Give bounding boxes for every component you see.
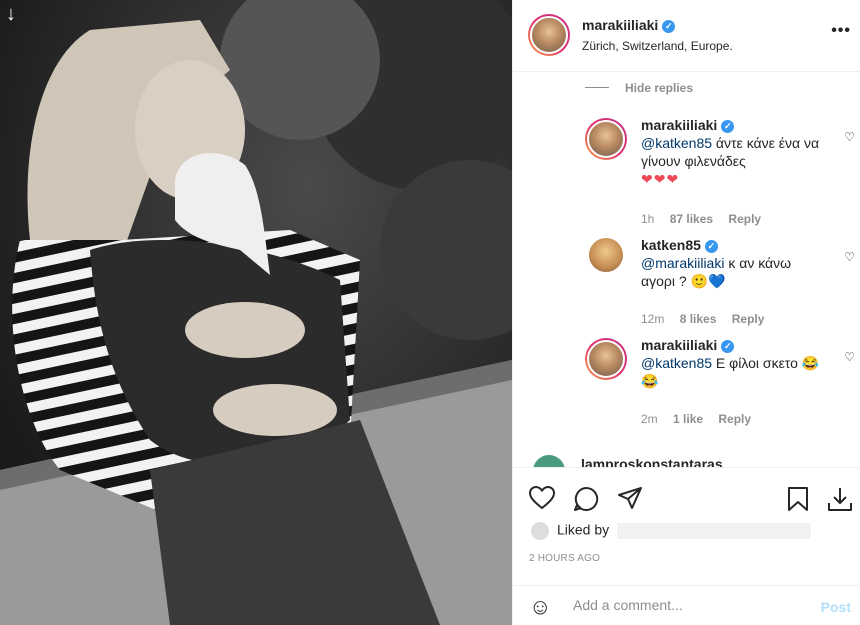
post-location[interactable]: Zürich, Switzerland, Europe.	[582, 39, 733, 53]
author-username[interactable]: marakiiliaki	[582, 17, 658, 33]
download-arrow-icon[interactable]: ↓	[6, 4, 16, 24]
redacted-likers	[617, 523, 812, 539]
reply-item: marakiiliaki ✓ @katken85 Ε φίλοι σκετο 😂😂…	[585, 336, 855, 426]
reply-text: marakiiliaki ✓ @katken85 άντε κάνε ένα να…	[641, 116, 821, 188]
reply-meta: 12m 8 likes Reply	[641, 312, 776, 326]
author-avatar[interactable]	[528, 14, 570, 56]
reply-mention[interactable]: @katken85	[641, 135, 712, 151]
replies-divider	[585, 87, 609, 88]
reply-username[interactable]: marakiiliaki	[641, 337, 717, 353]
reply-text: marakiiliaki ✓ @katken85 Ε φίλοι σκετο 😂😂	[641, 336, 821, 390]
reply-avatar[interactable]	[589, 238, 623, 272]
author-avatar-image	[530, 16, 568, 54]
comment-input[interactable]	[573, 597, 803, 613]
verified-badge-icon: ✓	[662, 20, 676, 33]
hide-replies-label: Hide replies	[625, 81, 694, 95]
reply-mention[interactable]: @katken85	[641, 355, 712, 371]
reply-time[interactable]: 2m	[641, 412, 658, 426]
reply-button[interactable]: Reply	[728, 212, 761, 226]
hide-replies-button[interactable]: Hide replies	[585, 81, 693, 95]
comments-list: Hide replies marakiiliaki ✓ @katken85 άντ…	[513, 73, 860, 467]
reply-avatar[interactable]	[585, 118, 627, 160]
reply-mention[interactable]: @marakiiliaki	[641, 255, 724, 271]
reply-meta: 1h 87 likes Reply	[641, 212, 773, 226]
reply-time[interactable]: 12m	[641, 312, 664, 326]
like-reply-heart-icon[interactable]: ♡	[844, 130, 855, 144]
verified-badge-icon: ✓	[721, 120, 735, 133]
reply-item: katken85 ✓ @marakiiliaki κ αν κάνω αγορι …	[585, 236, 855, 326]
reply-avatar-image	[587, 340, 625, 378]
reply-button[interactable]: Reply	[718, 412, 751, 426]
bookmark-icon[interactable]	[787, 486, 809, 515]
more-options-button[interactable]: •••	[831, 22, 851, 40]
liker-avatar[interactable]	[529, 520, 551, 542]
comment-avatar[interactable]	[533, 455, 565, 467]
likes-summary: Liked by	[529, 520, 812, 542]
reply-avatar[interactable]	[585, 338, 627, 380]
reply-username[interactable]: katken85	[641, 237, 701, 253]
reply-username[interactable]: marakiiliaki	[641, 117, 717, 133]
reply-time[interactable]: 1h	[641, 212, 654, 226]
add-comment-bar: ☺ Post	[513, 585, 860, 625]
reply-likes[interactable]: 8 likes	[680, 312, 717, 326]
download-icon[interactable]	[827, 486, 853, 515]
reply-item: marakiiliaki ✓ @katken85 άντε κάνε ένα να…	[585, 116, 855, 226]
reply-likes[interactable]: 1 like	[673, 412, 703, 426]
reply-meta: 2m 1 like Reply	[641, 412, 763, 426]
post-actions	[513, 467, 860, 523]
verified-badge-icon: ✓	[704, 240, 718, 253]
reply-text: katken85 ✓ @marakiiliaki κ αν κάνω αγορι …	[641, 236, 821, 290]
reply-emoji: 🙂💙	[690, 273, 726, 289]
like-reply-heart-icon[interactable]: ♡	[844, 250, 855, 264]
emoji-icon[interactable]: ☺	[529, 594, 551, 620]
reply-likes[interactable]: 87 likes	[670, 212, 713, 226]
post-panel: marakiiliaki ✓ Zürich, Switzerland, Europ…	[512, 0, 860, 625]
post-header: marakiiliaki ✓ Zürich, Switzerland, Europ…	[513, 0, 860, 72]
post-button[interactable]: Post	[821, 599, 851, 615]
heart-icon[interactable]	[528, 485, 556, 513]
post-timestamp[interactable]: 2 HOURS AGO	[529, 553, 600, 564]
like-reply-heart-icon[interactable]: ♡	[844, 350, 855, 364]
post-image	[0, 0, 512, 625]
reply-body: Ε φίλοι σκετο	[712, 355, 798, 371]
liked-by-label: Liked by	[557, 521, 610, 538]
reply-emoji: ❤❤❤	[641, 171, 680, 187]
post-photo[interactable]: ↓	[0, 0, 512, 625]
reply-avatar-image	[587, 120, 625, 158]
comment-icon[interactable]	[573, 486, 599, 515]
verified-badge-icon: ✓	[721, 340, 735, 353]
reply-button[interactable]: Reply	[732, 312, 765, 326]
author-username-row: marakiiliaki ✓	[582, 17, 676, 33]
comment-username[interactable]: lamproskonstantaras	[581, 456, 723, 467]
share-icon[interactable]	[617, 486, 643, 513]
